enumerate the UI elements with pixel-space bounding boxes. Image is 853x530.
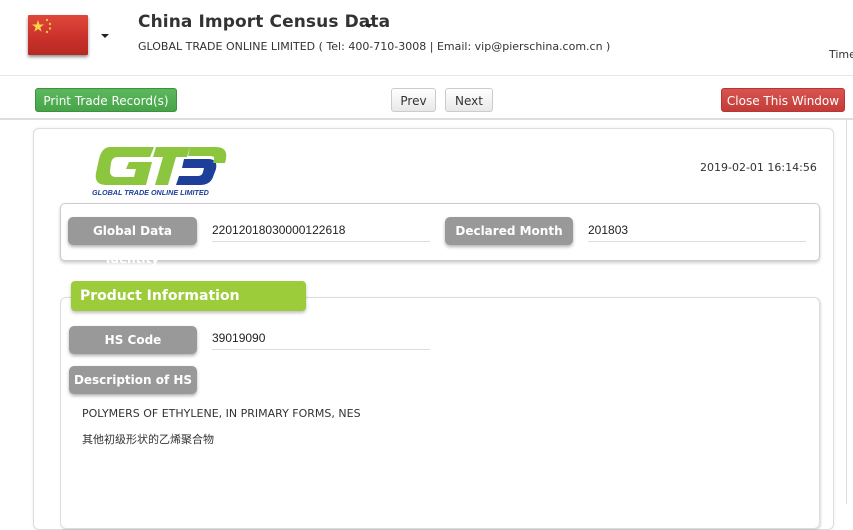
hs-code-value: 39019090 bbox=[212, 329, 430, 350]
prev-button[interactable]: Prev bbox=[391, 88, 436, 112]
hs-description-chinese: 其他初级形状的乙烯聚合物 bbox=[82, 433, 214, 446]
close-window-button[interactable]: Close This Window bbox=[721, 88, 845, 112]
print-trade-records-button[interactable]: Print Trade Record(s) bbox=[35, 88, 177, 112]
hs-description-english: POLYMERS OF ETHYLENE, IN PRIMARY FORMS, … bbox=[82, 407, 361, 420]
gto-logo: GLOBAL TRADE ONLINE LIMITED bbox=[92, 143, 232, 199]
page-title: China Import Census Data bbox=[138, 12, 391, 32]
title-dropdown-chevron-icon[interactable] bbox=[365, 24, 373, 28]
next-button[interactable]: Next bbox=[445, 88, 493, 112]
product-information-header: Product Information bbox=[71, 281, 306, 311]
record-timestamp: 2019-02-01 16:14:56 bbox=[700, 161, 817, 174]
scrollbar-track[interactable] bbox=[846, 120, 847, 504]
company-contact-info: GLOBAL TRADE ONLINE LIMITED ( Tel: 400-7… bbox=[138, 40, 611, 53]
action-toolbar: Print Trade Record(s) Prev Next Close Th… bbox=[0, 76, 853, 120]
global-data-identity-label: Global Data Identity bbox=[68, 217, 197, 266]
hs-code-label: HS Code bbox=[69, 326, 197, 354]
page-header: China Import Census Data GLOBAL TRADE ON… bbox=[0, 0, 853, 76]
description-of-hs-label: Description of HS bbox=[69, 366, 197, 394]
declared-month-value: 201803 bbox=[588, 221, 806, 242]
flag-dropdown-chevron-icon[interactable] bbox=[101, 34, 109, 38]
china-flag-icon[interactable] bbox=[28, 15, 88, 55]
global-data-identity-value: 22012018030000122618 bbox=[212, 221, 430, 242]
logo-text: GLOBAL TRADE ONLINE LIMITED bbox=[92, 188, 209, 197]
time-label: Time bbox=[829, 48, 853, 61]
declared-month-label: Declared Month bbox=[445, 217, 573, 245]
